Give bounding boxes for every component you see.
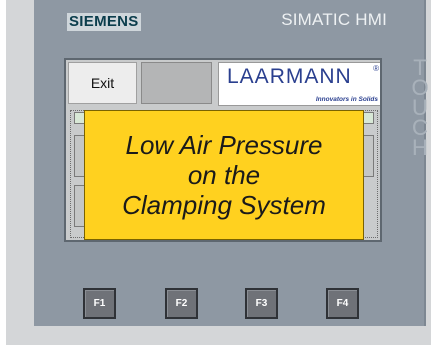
f1-key[interactable]: F1 [83,288,116,319]
hmi-panel: SIEMENS SIMATIC HMI T O U C H Exit LAARM… [34,0,429,326]
f4-key[interactable]: F4 [326,288,359,319]
alarm-line: on the [187,160,261,190]
f3-key[interactable]: F3 [245,288,278,319]
alarm-popup[interactable]: Low Air Pressure on the Clamping System [84,110,364,240]
logo-tagline: Innovators in Solids [315,96,378,103]
logo-name: LAARMANN [227,65,352,88]
company-logo: LAARMANN ® Innovators in Solids [218,62,380,106]
alarm-line: Low Air Pressure [125,130,323,160]
exit-button[interactable]: Exit [68,62,137,104]
model-label: SIMATIC HMI [281,10,387,29]
f2-key[interactable]: F2 [165,288,198,319]
brand-logo: SIEMENS [67,13,141,31]
alarm-line: Clamping System [122,190,326,220]
logo-registered-mark: ® [373,64,379,73]
blank-button[interactable] [141,62,212,104]
touch-label: T O U C H [410,57,430,168]
touch-screen: Exit LAARMANN ® Innovators in Solids Low… [64,58,382,242]
touch-letter: H [412,135,428,160]
